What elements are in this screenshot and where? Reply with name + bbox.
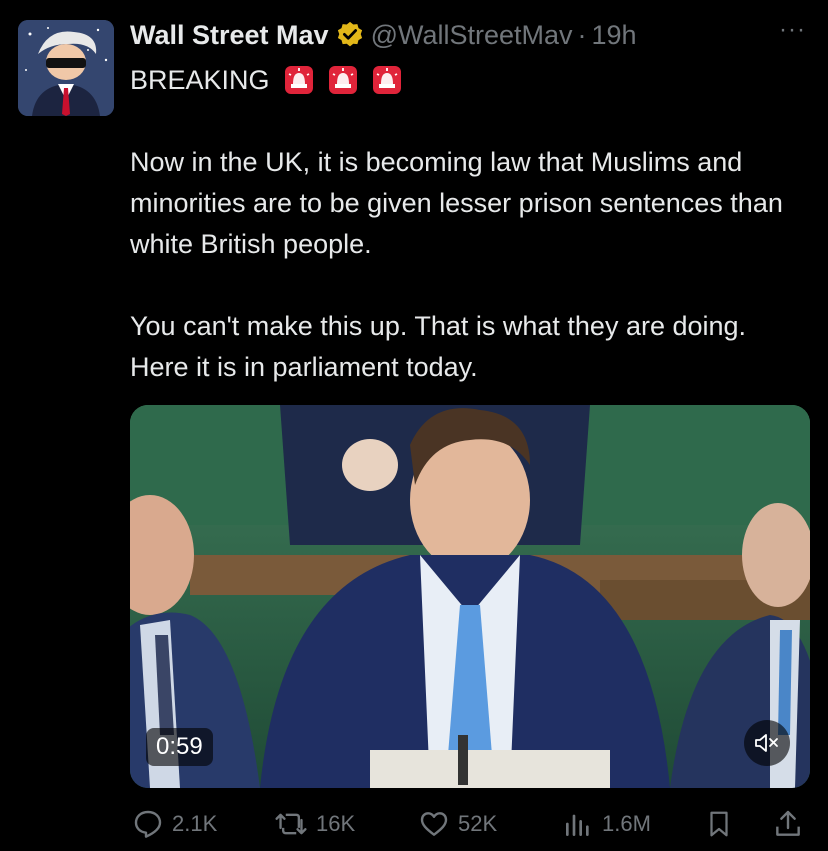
views-button[interactable]: 1.6M <box>562 804 651 844</box>
siren-icon <box>284 64 314 96</box>
like-count: 52K <box>458 811 498 836</box>
view-count: 1.6M <box>602 811 651 836</box>
repost-button[interactable]: 16K <box>274 804 355 844</box>
share-icon <box>776 810 800 836</box>
headline-text: BREAKING <box>130 64 270 95</box>
like-icon <box>420 812 448 836</box>
views-icon <box>566 814 589 836</box>
siren-icon <box>372 64 402 96</box>
avatar[interactable] <box>18 20 114 116</box>
tweet-paragraph: You can't make this up. That is what the… <box>130 311 747 382</box>
like-button[interactable]: 52K <box>418 804 497 844</box>
post-time[interactable]: 19h <box>592 20 637 51</box>
tweet-paragraph: Now in the UK, it is becoming law that M… <box>130 147 783 259</box>
more-icon[interactable]: ··· <box>779 16 806 44</box>
separator-dot: · <box>577 19 587 50</box>
siren-icon <box>328 64 358 96</box>
reply-icon <box>134 810 162 838</box>
tweet-header: Wall Street Mav @WallStreetMav · 19h ··· <box>130 16 808 54</box>
verified-icon <box>335 20 365 50</box>
tweet-body: Now in the UK, it is becoming law that M… <box>130 142 810 429</box>
bookmark-button[interactable] <box>704 804 742 844</box>
author-handle[interactable]: @WallStreetMav <box>371 20 573 51</box>
video-player[interactable]: 0:59 <box>130 405 810 788</box>
avatar-image <box>18 20 114 116</box>
bookmark-icon <box>710 811 728 837</box>
author-name[interactable]: Wall Street Mav <box>130 20 329 51</box>
reply-button[interactable]: 2.1K <box>132 804 217 844</box>
repost-count: 16K <box>316 811 356 836</box>
video-frame <box>130 405 810 788</box>
mute-icon[interactable] <box>744 720 790 766</box>
video-duration: 0:59 <box>146 728 213 766</box>
reply-count: 2.1K <box>172 811 218 836</box>
action-bar: 2.1K 16K 52K 1.6M <box>130 804 810 844</box>
share-button[interactable] <box>772 804 812 844</box>
breaking-line: BREAKING <box>130 60 402 100</box>
repost-icon <box>275 813 307 835</box>
